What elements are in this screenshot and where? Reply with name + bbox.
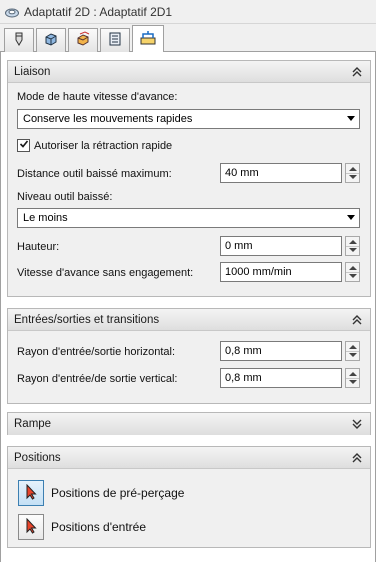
collapse-icon[interactable] bbox=[350, 65, 364, 79]
entry-positions-label: Positions d'entrée bbox=[51, 520, 147, 534]
tab-heights[interactable] bbox=[68, 28, 98, 52]
tab-tool[interactable] bbox=[4, 28, 34, 52]
panel-transitions-title: Entrées/sorties et transitions bbox=[14, 313, 160, 326]
passes-icon bbox=[107, 31, 123, 50]
height-label: Hauteur: bbox=[17, 241, 60, 253]
horizontal-radius-input[interactable]: 0,8 mm bbox=[220, 341, 342, 361]
panel-rampe-header[interactable]: Rampe bbox=[8, 413, 370, 435]
max-distance-input[interactable]: 40 mm bbox=[220, 163, 342, 183]
predrill-positions-label: Positions de pré-perçage bbox=[51, 486, 185, 500]
height-value: 0 mm bbox=[225, 240, 253, 252]
linking-icon bbox=[139, 29, 157, 50]
feed-label: Vitesse d'avance sans engagement: bbox=[17, 267, 194, 279]
tab-geometry[interactable] bbox=[36, 28, 66, 52]
panel-rampe-title: Rampe bbox=[14, 418, 52, 430]
panel-liaison-title: Liaison bbox=[14, 65, 51, 78]
max-distance-spinner[interactable] bbox=[345, 163, 360, 183]
window-title: Adaptatif 2D : Adaptatif 2D1 bbox=[24, 4, 173, 19]
expand-icon[interactable] bbox=[350, 417, 364, 431]
entry-positions-button[interactable] bbox=[18, 514, 44, 540]
panel-transitions-header[interactable]: Entrées/sorties et transitions bbox=[8, 309, 370, 331]
panel-transitions: Entrées/sorties et transitions Rayon d'e… bbox=[7, 308, 371, 404]
horizontal-radius-spinner[interactable] bbox=[345, 341, 360, 361]
tab-strip bbox=[0, 24, 376, 53]
panel-liaison: Liaison Mode de haute vitesse d'avance: … bbox=[7, 60, 371, 297]
horizontal-radius-value: 0,8 mm bbox=[225, 345, 262, 357]
select-cursor-icon bbox=[24, 483, 38, 503]
panel-positions-header[interactable]: Positions bbox=[8, 447, 370, 469]
retract-label: Autoriser la rétraction rapide bbox=[34, 140, 173, 152]
dropdown-arrow-icon bbox=[347, 215, 355, 220]
predrill-positions-button[interactable] bbox=[18, 480, 44, 506]
vertical-radius-input[interactable]: 0,8 mm bbox=[220, 368, 342, 388]
panel-rampe: Rampe bbox=[7, 412, 371, 435]
panel-liaison-header[interactable]: Liaison bbox=[8, 61, 370, 83]
vertical-radius-spinner[interactable] bbox=[345, 368, 360, 388]
max-distance-value: 40 mm bbox=[225, 167, 259, 179]
select-cursor-icon bbox=[24, 517, 38, 537]
horizontal-radius-label: Rayon d'entrée/sortie horizontal: bbox=[17, 346, 176, 358]
vertical-radius-label: Rayon d'entrée/de sortie vertical: bbox=[17, 373, 178, 385]
dropdown-arrow-icon bbox=[347, 116, 355, 121]
level-select[interactable]: Le moins bbox=[17, 208, 360, 228]
checkmark-icon bbox=[19, 139, 29, 152]
panel-positions-title: Positions bbox=[14, 451, 61, 464]
feed-spinner[interactable] bbox=[345, 262, 360, 282]
geometry-icon bbox=[43, 31, 59, 50]
tool-icon bbox=[11, 31, 27, 50]
retract-checkbox[interactable] bbox=[17, 139, 30, 152]
collapse-icon[interactable] bbox=[350, 451, 364, 465]
mode-select[interactable]: Conserve les mouvements rapides bbox=[17, 109, 360, 129]
collapse-icon[interactable] bbox=[350, 313, 364, 327]
level-select-value: Le moins bbox=[23, 212, 68, 224]
tab-linking[interactable] bbox=[132, 25, 164, 53]
vertical-radius-value: 0,8 mm bbox=[225, 372, 262, 384]
max-distance-label: Distance outil baissé maximum: bbox=[17, 168, 172, 180]
heights-icon bbox=[75, 31, 91, 50]
mode-label: Mode de haute vitesse d'avance: bbox=[17, 91, 178, 103]
mode-select-value: Conserve les mouvements rapides bbox=[23, 113, 193, 125]
operation-icon bbox=[4, 4, 20, 20]
level-label: Niveau outil baissé: bbox=[17, 191, 113, 203]
height-input[interactable]: 0 mm bbox=[220, 236, 342, 256]
settings-content: Liaison Mode de haute vitesse d'avance: … bbox=[0, 52, 376, 562]
tab-passes[interactable] bbox=[100, 28, 130, 52]
feed-value: 1000 mm/min bbox=[225, 266, 292, 278]
feed-input[interactable]: 1000 mm/min bbox=[220, 262, 342, 282]
height-spinner[interactable] bbox=[345, 236, 360, 256]
title-bar: Adaptatif 2D : Adaptatif 2D1 bbox=[0, 0, 376, 24]
panel-positions: Positions Positions de pré-perçage Posit… bbox=[7, 446, 371, 548]
